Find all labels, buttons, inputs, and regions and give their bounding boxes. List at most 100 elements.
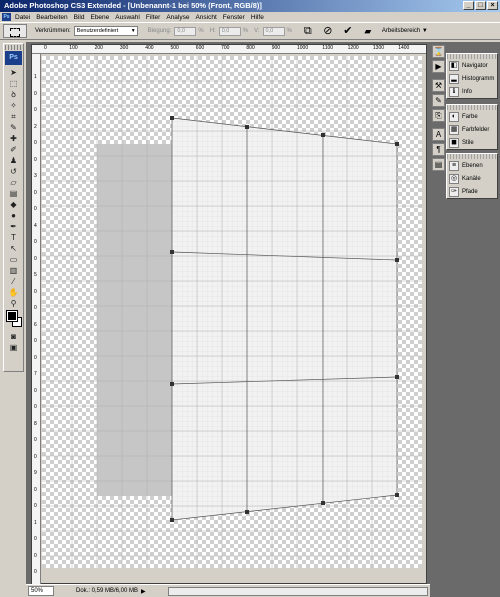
color-icon: ◐ xyxy=(449,111,459,122)
menu-hilfe[interactable]: Hilfe xyxy=(251,14,264,21)
panel-tab-farbe[interactable]: ◐ Farbe xyxy=(447,110,497,123)
move-tool-icon[interactable]: ➤ xyxy=(5,67,22,78)
ruler-label: 1 xyxy=(34,519,37,526)
tool-presets-icon[interactable]: ⚒ xyxy=(432,79,445,92)
ruler-label: 300 xyxy=(119,45,129,51)
slice-tool-icon[interactable]: ✎ xyxy=(5,122,22,133)
magic-wand-tool-icon[interactable]: ✧ xyxy=(5,100,22,111)
panel-tab-info[interactable]: ℹ Info xyxy=(447,85,497,98)
gradient-tool-icon[interactable]: ▤ xyxy=(5,188,22,199)
horizontal-scrollbar[interactable] xyxy=(168,586,428,596)
hand-tool-icon[interactable]: ✋ xyxy=(5,287,22,298)
menu-ebene[interactable]: Ebene xyxy=(90,14,109,21)
history-icon[interactable]: ⌛ xyxy=(432,45,445,58)
minimize-button[interactable]: _ xyxy=(463,1,474,10)
warp-handle[interactable] xyxy=(395,493,399,497)
menu-analyse[interactable]: Analyse xyxy=(166,14,189,21)
eyedropper-tool-icon[interactable]: ⁄ xyxy=(5,276,22,287)
warp-handle[interactable] xyxy=(395,375,399,379)
paths-icon: ✑ xyxy=(449,186,459,197)
menu-ansicht[interactable]: Ansicht xyxy=(195,14,216,21)
brushes-icon[interactable]: ✎ xyxy=(432,94,445,107)
warp-handle[interactable] xyxy=(170,382,174,386)
tool-preset-picker[interactable] xyxy=(3,24,27,38)
h-distortion-field[interactable]: 0,0 xyxy=(218,26,241,36)
dodge-tool-icon[interactable]: ● xyxy=(5,210,22,221)
brush-tool-icon[interactable]: ✐ xyxy=(5,144,22,155)
ps-logo[interactable]: Ps xyxy=(5,51,22,65)
warp-style-select[interactable]: Benutzerdefiniert xyxy=(73,26,138,36)
warp-handle[interactable] xyxy=(245,125,249,129)
character-icon[interactable]: A xyxy=(432,128,445,141)
type-tool-icon[interactable]: T xyxy=(5,232,22,243)
menu-bearbeiten[interactable]: Bearbeiten xyxy=(36,14,67,21)
panel-tab-label: Ebenen xyxy=(462,162,483,169)
menu-auswahl[interactable]: Auswahl xyxy=(115,14,140,21)
ruler-label: 3 xyxy=(34,173,37,179)
blur-tool-icon[interactable]: ◆ xyxy=(5,199,22,210)
marquee-tool-icon[interactable]: ⬚ xyxy=(5,78,22,89)
warp-handle[interactable] xyxy=(170,250,174,254)
screen-mode-icon[interactable]: ▣ xyxy=(5,342,22,353)
clone-stamp-tool-icon[interactable]: ♟ xyxy=(5,155,22,166)
clone-source-icon[interactable]: ⎘ xyxy=(432,109,445,122)
panel-tab-ebenen[interactable]: ≡ Ebenen xyxy=(447,159,497,172)
bend-unit: % xyxy=(198,28,204,34)
warp-handle[interactable] xyxy=(170,518,174,522)
warp-handle[interactable] xyxy=(395,258,399,262)
panel-tab-kanäle[interactable]: ◎ Kanäle xyxy=(447,172,497,185)
zoom-field[interactable]: 50% xyxy=(28,586,54,596)
menu-filter[interactable]: Filter xyxy=(146,14,160,21)
title-bar: Adobe Photoshop CS3 Extended - [Unbenann… xyxy=(0,0,500,12)
close-button[interactable]: × xyxy=(487,1,498,10)
path-selection-tool-icon[interactable]: ↖ xyxy=(5,243,22,254)
v-distortion-field[interactable]: 0,0 xyxy=(262,26,285,36)
status-menu-arrow[interactable]: ▶ xyxy=(141,588,146,595)
panel-tab-navigator[interactable]: ◧ Navigator xyxy=(447,59,497,72)
warp-handle[interactable] xyxy=(170,116,174,120)
document-canvas[interactable] xyxy=(42,56,422,568)
commit-icon[interactable]: ✔ xyxy=(341,24,355,38)
warp-handle[interactable] xyxy=(245,510,249,514)
transform-toggle-icon[interactable]: ⧉ xyxy=(301,24,315,38)
actions-icon[interactable]: ▶ xyxy=(432,60,445,73)
menu-datei[interactable]: Datei xyxy=(15,14,30,21)
healing-brush-tool-icon[interactable]: ✚ xyxy=(5,133,22,144)
quick-mask-icon[interactable]: ◙ xyxy=(5,331,22,342)
shape-tool-icon[interactable]: ▭ xyxy=(5,254,22,265)
warp-handle[interactable] xyxy=(321,133,325,137)
tool-list: ➤ ⬚ ꝺ ✧ ⌗ ✎ ✚ ✐ ♟ ↺ ▱ ▤ ◆ ● ✒ T ↖ ▭ ▥ ⁄ ✋ ⚲ xyxy=(4,67,23,309)
panel-tab-farbfelder[interactable]: ▦ Farbfelder xyxy=(447,123,497,136)
gray-shape-layer xyxy=(97,144,172,496)
menu-bild[interactable]: Bild xyxy=(74,14,85,21)
ruler-label: 1 xyxy=(34,74,37,80)
panel-tab-pfade[interactable]: ✑ Pfade xyxy=(447,185,497,198)
history-brush-tool-icon[interactable]: ↺ xyxy=(5,166,22,177)
info-icon: ℹ xyxy=(449,86,459,97)
vertical-ruler[interactable]: 1 0 0 2 0 0 3 0 0 4 0 0 5 0 0 6 0 0 7 0 0 8 0 0 9 0 0 1 0 0 0 xyxy=(32,54,41,584)
bend-field[interactable]: 0,0 xyxy=(174,26,197,36)
panel-tab-stile[interactable]: ◼ Stile xyxy=(447,136,497,149)
toolbox-grip[interactable] xyxy=(5,45,22,50)
warp-handle[interactable] xyxy=(395,142,399,146)
workspace-button[interactable]: Arbeitsbereich ▼ xyxy=(382,28,428,34)
lasso-tool-icon[interactable]: ꝺ xyxy=(5,89,22,100)
palette-well-icon[interactable]: ▰ xyxy=(361,24,375,38)
maximize-button[interactable]: □ xyxy=(475,1,486,10)
notes-tool-icon[interactable]: ▥ xyxy=(5,265,22,276)
ruler-label: 0 xyxy=(34,338,37,344)
horizontal-ruler[interactable]: 0 100 200 300 400 500 600 700 800 900 1000 1100 1200… xyxy=(32,45,426,54)
menu-fenster[interactable]: Fenster xyxy=(223,14,245,21)
zoom-tool-icon[interactable]: ⚲ xyxy=(5,298,22,309)
app-icon[interactable]: Ps xyxy=(2,13,11,21)
cancel-icon[interactable]: ⊘ xyxy=(321,24,335,38)
eraser-tool-icon[interactable]: ▱ xyxy=(5,177,22,188)
crop-tool-icon[interactable]: ⌗ xyxy=(5,111,22,122)
panel-tab-histogramm[interactable]: ▂ Histogramm xyxy=(447,72,497,85)
dock-group: ⚒ ✎ ⎘ xyxy=(432,79,446,122)
layer-comps-icon[interactable]: ▤ xyxy=(432,158,445,171)
pen-tool-icon[interactable]: ✒ xyxy=(5,221,22,232)
paragraph-icon[interactable]: ¶ xyxy=(432,143,445,156)
warp-handle[interactable] xyxy=(321,501,325,505)
foreground-color[interactable] xyxy=(6,310,18,322)
